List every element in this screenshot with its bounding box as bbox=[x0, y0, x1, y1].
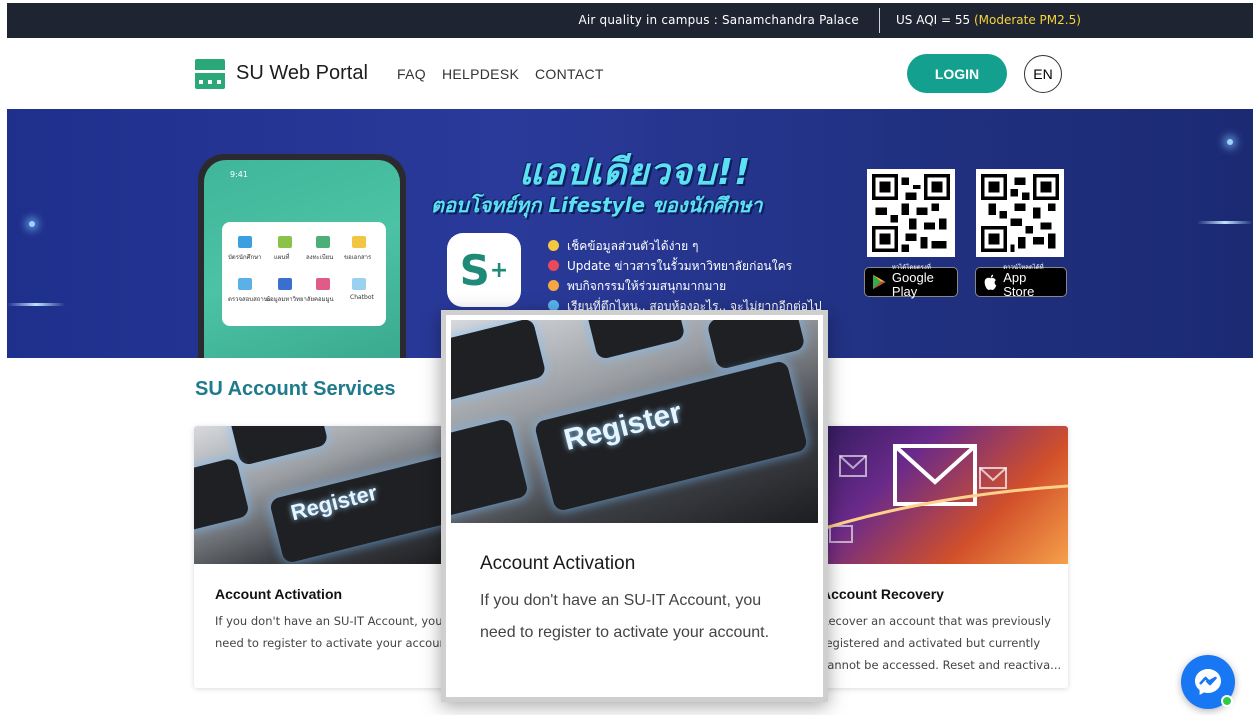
banner-subheadline: ตอบโจทย์ทุก Lifestyle ของนักศึกษา bbox=[431, 193, 763, 217]
phone-time: 9:41 bbox=[230, 170, 248, 179]
nav-link-faq[interactable]: FAQ bbox=[397, 66, 426, 82]
aqi-value: US AQI = 55 bbox=[896, 13, 971, 27]
app-store-qr-code bbox=[976, 169, 1064, 257]
login-button[interactable]: LOGIN bbox=[907, 54, 1007, 93]
nav-link-helpdesk[interactable]: HELPDESK bbox=[442, 66, 519, 82]
card-description: If you don't have an SU-IT Account, you … bbox=[215, 614, 454, 650]
su-logo-icon[interactable] bbox=[195, 59, 225, 89]
app-store-button[interactable]: ดาวน์โหลดได้ที่ App Store bbox=[975, 264, 1067, 299]
sparkle-decoration bbox=[1227, 139, 1233, 145]
apple-icon bbox=[984, 274, 997, 290]
app-label: ขอเอกสาร bbox=[344, 254, 372, 261]
google-play-icon bbox=[873, 274, 886, 290]
app-label: ข้อมูลมหาวิทยาลัย bbox=[266, 296, 315, 303]
app-store-label: App Store bbox=[1003, 269, 1035, 299]
messenger-chat-button[interactable] bbox=[1181, 655, 1235, 709]
chatbot-icon bbox=[352, 278, 366, 290]
account-recovery-card[interactable]: Account Recovery Recover an account that… bbox=[800, 426, 1068, 688]
card-title: Account Recovery bbox=[821, 586, 944, 602]
air-quality-label: Air quality in campus : Sanamchandra Pal… bbox=[578, 13, 859, 27]
phone-mockup: 9:41 บัตรนักศึกษา แผนที่ ลงทะเบียน ขอเอก… bbox=[198, 154, 406, 358]
register-icon bbox=[316, 236, 330, 248]
light-streak-decoration bbox=[7, 303, 65, 306]
google-play-qr-code bbox=[867, 169, 955, 257]
card-description: Recover an account that was previously r… bbox=[821, 614, 1062, 672]
status-check-icon bbox=[238, 278, 252, 290]
feature-item: เช็คข้อมูลส่วนตัวได้ง่าย ๆ bbox=[548, 237, 698, 256]
language-toggle-button[interactable]: EN bbox=[1024, 55, 1062, 93]
account-activation-popup-card[interactable]: Register Account Activation If you don't… bbox=[441, 310, 828, 702]
sparkle-decoration bbox=[29, 221, 35, 227]
app-label: Chatbot bbox=[350, 294, 374, 301]
light-streak-decoration bbox=[1197, 221, 1253, 224]
aqi-status: (Moderate PM2.5) bbox=[973, 13, 1081, 27]
brand-title[interactable]: SU Web Portal bbox=[236, 62, 368, 85]
popup-description: If you don't have an SU-IT Account, you … bbox=[480, 592, 770, 641]
app-label: บัตรนักศึกษา bbox=[228, 254, 262, 261]
messenger-icon bbox=[1195, 669, 1221, 695]
university-icon bbox=[278, 278, 292, 290]
header-nav: SU Web Portal FAQ HELPDESK CONTACT LOGIN… bbox=[0, 38, 1253, 109]
google-play-label: Google Play bbox=[891, 269, 934, 299]
community-icon bbox=[316, 278, 330, 290]
app-label: ลงทะเบียน bbox=[306, 254, 334, 261]
aqi-readout: US AQI = 55 (Moderate PM2.5) bbox=[896, 13, 1081, 27]
envelope-icon bbox=[800, 444, 1068, 543]
app-label: ตรวจสอบสถานะ bbox=[228, 296, 272, 303]
phone-screen: 9:41 บัตรนักศึกษา แผนที่ ลงทะเบียน ขอเอก… bbox=[204, 160, 400, 358]
su-plus-app-icon: S + bbox=[447, 233, 521, 307]
app-label: คอมมูน bbox=[314, 296, 334, 303]
app-label: แผนที่ bbox=[274, 254, 290, 261]
register-keyboard-image: Register bbox=[451, 320, 818, 523]
divider bbox=[879, 8, 880, 33]
register-keyboard-image: Register bbox=[194, 426, 454, 564]
map-icon bbox=[278, 236, 292, 248]
account-activation-card[interactable]: Register Account Activation If you don't… bbox=[194, 426, 454, 688]
nav-link-contact[interactable]: CONTACT bbox=[535, 66, 604, 82]
email-envelope-image bbox=[800, 426, 1068, 564]
popup-title: Account Activation bbox=[480, 553, 636, 574]
student-card-icon bbox=[238, 236, 252, 248]
phone-app-grid: บัตรนักศึกษา แผนที่ ลงทะเบียน ขอเอกสาร ต… bbox=[222, 222, 386, 326]
section-title: SU Account Services bbox=[195, 378, 396, 400]
card-title: Account Activation bbox=[215, 586, 343, 602]
feature-item: Update ข่าวสารในรั้วมหาวิทยาลัยก่อนใคร bbox=[548, 257, 792, 276]
online-status-dot bbox=[1221, 695, 1233, 707]
air-quality-bar: Air quality in campus : Sanamchandra Pal… bbox=[7, 3, 1253, 38]
feature-item: พบกิจกรรมให้ร่วมสนุกมากมาย bbox=[548, 277, 726, 296]
document-icon bbox=[352, 236, 366, 248]
google-play-button[interactable]: หาได้โดยตรงที่ Google Play bbox=[864, 264, 958, 299]
